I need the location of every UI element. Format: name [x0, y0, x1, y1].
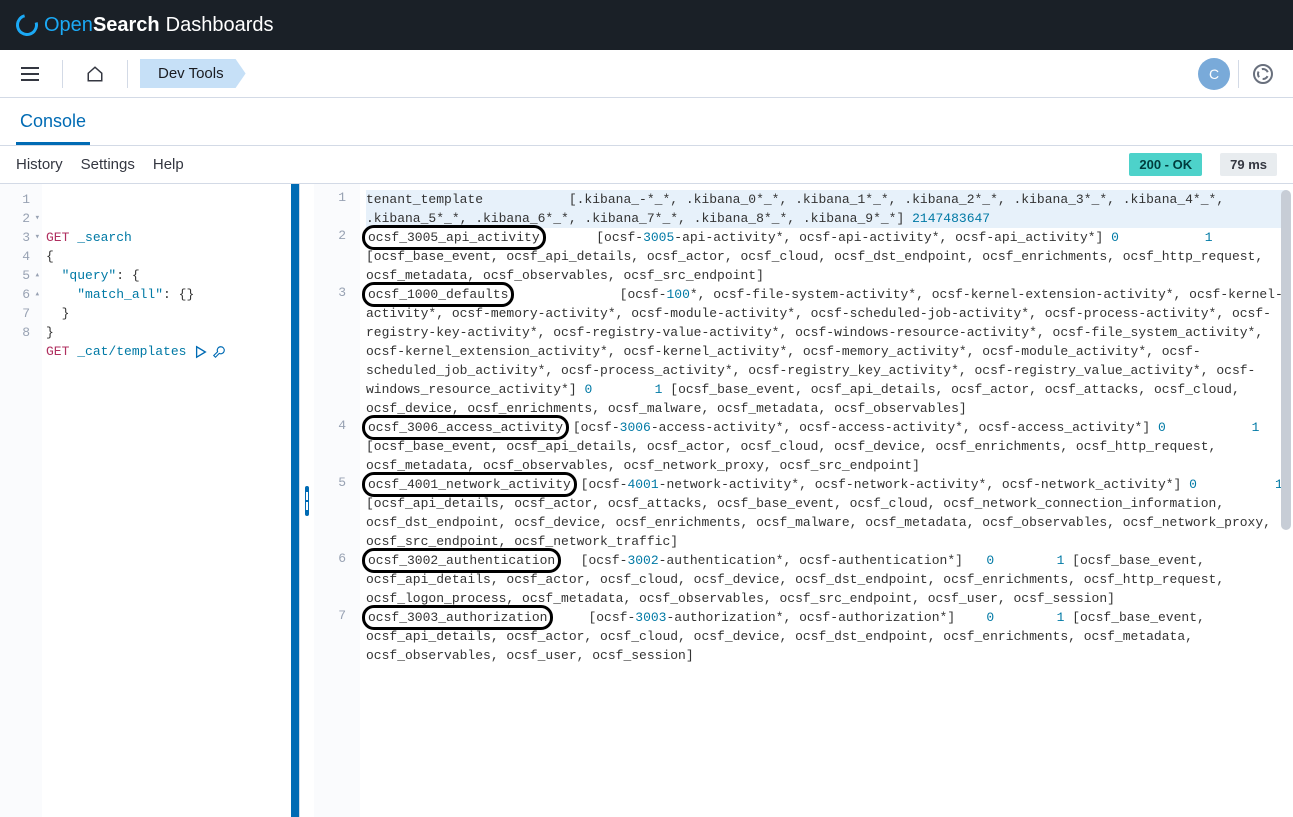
brand-open: Open	[44, 14, 93, 36]
request-pane[interactable]: 12345678 GET _search{ "query": { "match_…	[0, 184, 300, 817]
brand-search: Search	[93, 14, 160, 36]
tab-console[interactable]: Console	[16, 101, 90, 145]
home-button[interactable]	[75, 55, 115, 93]
divider	[1238, 60, 1239, 88]
request-gutter: 12345678	[0, 184, 42, 817]
response-viewer: tenant_template [.kibana_-*_*, .kibana_0…	[360, 184, 1293, 817]
request-editor[interactable]: GET _search{ "query": { "match_all": {} …	[42, 184, 299, 817]
brand-bar: OpenSearch Dashboards	[0, 0, 1293, 50]
hamburger-icon	[21, 67, 39, 81]
pane-resizer[interactable]	[300, 184, 314, 817]
request-active-bar	[291, 184, 299, 817]
history-link[interactable]: History	[16, 156, 63, 173]
toolbar: History Settings Help 200 - OK 79 ms	[0, 146, 1293, 184]
brand-dashboards: Dashboards	[166, 14, 274, 36]
response-gutter: 1234567	[314, 184, 360, 817]
wrench-icon[interactable]	[212, 345, 226, 359]
grip-icon	[305, 486, 309, 516]
brand-logo[interactable]: OpenSearch Dashboards	[16, 14, 274, 37]
help-icon	[1253, 64, 1273, 84]
scrollbar-thumb[interactable]	[1281, 190, 1291, 530]
avatar: C	[1198, 58, 1230, 90]
help-link[interactable]: Help	[153, 156, 184, 173]
user-menu[interactable]: C	[1194, 55, 1234, 93]
timing-badge: 79 ms	[1220, 153, 1277, 176]
divider	[127, 60, 128, 88]
nav-bar: Dev Tools C	[0, 50, 1293, 98]
status-badge: 200 - OK	[1129, 153, 1202, 176]
settings-link[interactable]: Settings	[81, 156, 135, 173]
response-pane[interactable]: 1234567 tenant_template [.kibana_-*_*, .…	[314, 184, 1293, 817]
home-icon	[86, 65, 104, 83]
breadcrumb[interactable]: Dev Tools	[140, 59, 246, 88]
play-icon[interactable]	[194, 345, 208, 359]
opensearch-icon	[12, 10, 42, 40]
divider	[62, 60, 63, 88]
help-button[interactable]	[1243, 55, 1283, 93]
menu-button[interactable]	[10, 55, 50, 93]
tab-row: Console	[0, 98, 1293, 146]
split-panes: 12345678 GET _search{ "query": { "match_…	[0, 184, 1293, 817]
